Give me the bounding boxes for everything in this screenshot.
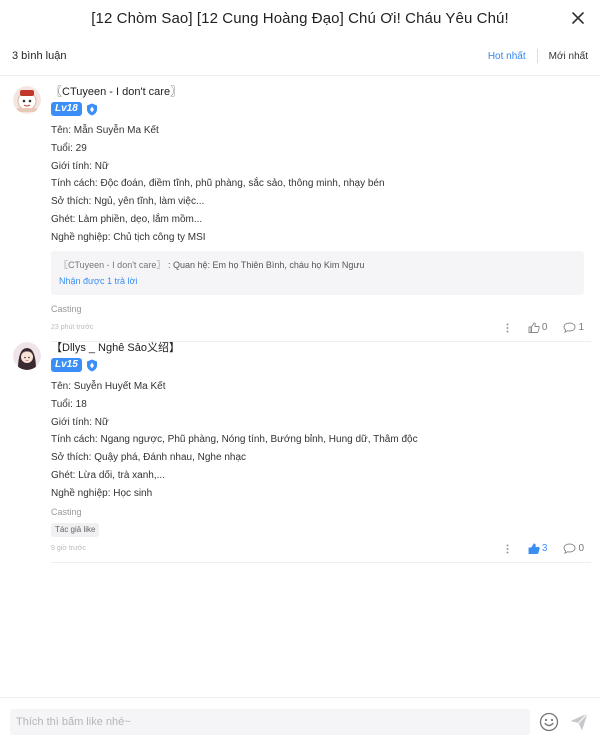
reply-text: 〖CTuyeen - I don't care〗 : Quan hệ: Em h…	[59, 257, 576, 273]
reply-button[interactable]: 0	[563, 543, 584, 555]
comment-line: Tuổi: 29	[51, 142, 87, 154]
close-icon	[572, 12, 584, 24]
more-dots-icon	[506, 323, 509, 333]
reply-preview[interactable]: 〖CTuyeen - I don't care〗 : Quan hệ: Em h…	[51, 250, 584, 295]
header-divider	[0, 75, 600, 76]
page-title: [12 Chòm Sao] [12 Cung Hoàng Đạo] Chú Ơi…	[91, 9, 509, 27]
comment-line: Nghề nghiệp: Học sinh	[51, 487, 153, 499]
comment-bubble-icon	[563, 543, 576, 555]
more-options-button[interactable]	[502, 544, 514, 554]
header: [12 Chòm Sao] [12 Cung Hoàng Đạo] Chú Ơi…	[0, 0, 600, 36]
comment-time: 23 phút trước	[51, 324, 94, 332]
author-liked-badge: Tác giả like	[51, 522, 100, 537]
username[interactable]: 〖CTuyeen - I don't care〗	[51, 84, 584, 100]
comment-line: Giới tính: Nữ	[51, 416, 109, 428]
comment-line: Ghét: Làm phiền, dẹo, lắm mồm...	[51, 213, 203, 225]
like-count: 3	[541, 543, 548, 555]
comment-toolbar: 3 bình luận Hot nhất Mới nhất	[0, 42, 600, 70]
emoji-icon[interactable]	[539, 712, 559, 732]
shield-icon	[86, 103, 97, 115]
comment-count: 3 bình luận	[12, 50, 67, 62]
casting-tag: Casting	[51, 506, 82, 517]
comment-composer	[0, 697, 600, 745]
more-dots-icon	[506, 544, 509, 554]
avatar[interactable]	[13, 342, 41, 370]
thumbs-up-icon	[528, 322, 540, 334]
reply-count: 1	[578, 322, 584, 334]
comment-line: Giới tính: Nữ	[51, 160, 109, 172]
casting-tag: Casting	[51, 303, 82, 314]
reply-button[interactable]: 1	[563, 322, 584, 334]
comment-line: Nghề nghiệp: Chủ tịch công ty MSI	[51, 231, 206, 243]
more-options-button[interactable]	[502, 323, 514, 333]
sort-options: Hot nhất Mới nhất	[488, 49, 588, 63]
comment-line: Tính cách: Ngang ngược, Phũ phàng, Nóng …	[51, 434, 418, 446]
sort-hot-tab[interactable]: Hot nhất	[488, 51, 526, 62]
thumbs-up-icon	[528, 543, 540, 555]
comment-line: Ghét: Lừa dối, trà xanh,...	[51, 469, 165, 481]
comment-bubble-icon	[563, 322, 576, 334]
like-button[interactable]: 0	[528, 322, 548, 334]
comment-time: 9 giờ trước	[51, 545, 86, 553]
close-button[interactable]	[568, 8, 588, 28]
view-replies-link[interactable]: Nhận được 1 trả lời	[59, 273, 576, 289]
username[interactable]: 【Dllys _ Nghê Sảo义绍】	[51, 340, 584, 356]
level-badge: Lv18	[51, 102, 82, 116]
reply-count: 0	[578, 543, 584, 555]
reply-author: 〖CTuyeen - I don't care〗	[59, 259, 166, 270]
comment-divider	[51, 561, 591, 563]
sort-new-tab[interactable]: Mới nhất	[549, 51, 588, 62]
shield-icon	[86, 359, 97, 371]
comment-line: Tuổi: 18	[51, 398, 87, 410]
comment-line: Tên: Suyễn Huyết Ma Kết	[51, 381, 166, 392]
comment-input[interactable]	[10, 708, 530, 735]
avatar[interactable]	[13, 86, 41, 114]
comment-line: Tên: Mẫn Suyễn Ma Kết	[51, 125, 159, 136]
comment-line: Tính cách: Độc đoán, điềm tĩnh, phũ phàn…	[51, 178, 385, 190]
like-button[interactable]: 3	[528, 543, 548, 555]
comment-line: Sở thích: Quậy phá, Đánh nhau, Nghe nhạc	[51, 452, 247, 464]
like-count: 0	[541, 322, 548, 334]
comment-line: Sở thích: Ngủ, yên tĩnh, làm việc...	[51, 196, 205, 208]
level-badge: Lv15	[51, 358, 82, 372]
send-icon[interactable]	[569, 712, 589, 732]
sort-divider	[536, 49, 538, 63]
reply-content: : Quan hệ: Em họ Thiên Bình, cháu họ Kim…	[165, 259, 365, 270]
